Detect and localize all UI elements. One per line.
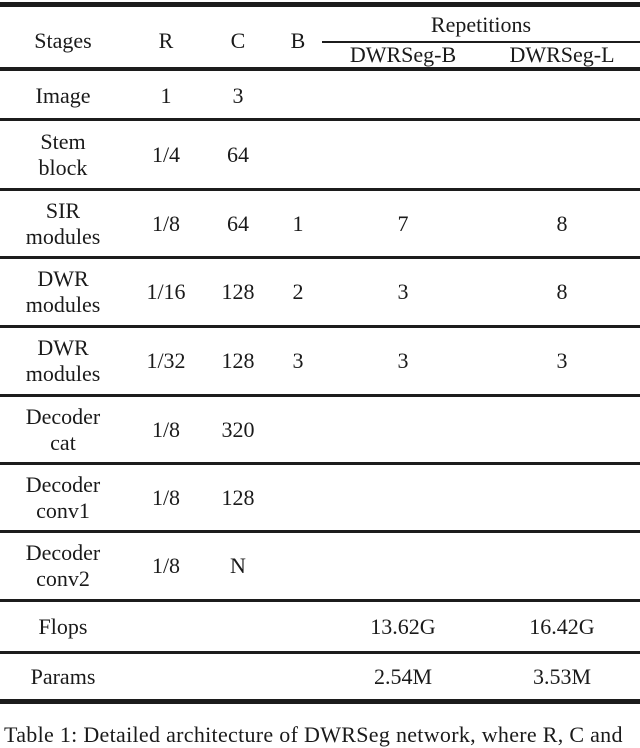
dwrseg-l-repetitions-cell: 8 — [556, 279, 568, 304]
header-b: B — [290, 28, 306, 53]
stage-name-line1: Stem — [40, 128, 86, 154]
dwrseg-b-repetitions-cell: 3 — [397, 348, 409, 373]
stage-name-line2: modules — [25, 223, 101, 249]
stage-name-line2: conv1 — [36, 497, 90, 523]
resolution-cell: 1/8 — [151, 484, 181, 510]
channels-cell: N — [230, 553, 246, 578]
header-c: C — [230, 28, 246, 53]
stage-name-line1: Decoder — [25, 540, 101, 565]
row-rule — [0, 118, 640, 121]
channels-cell: 64 — [227, 141, 249, 167]
header-repetitions: Repetitions — [430, 12, 532, 37]
bottom-rule — [0, 699, 640, 704]
top-rule — [0, 2, 640, 7]
channels-cell: 128 — [221, 279, 255, 304]
dwrseg-l-repetitions-cell: 3 — [556, 348, 568, 373]
stage-name-line1: DWR — [37, 266, 89, 291]
row-rule — [0, 651, 640, 654]
dwrseg-l-repetitions-cell: 16.42G — [529, 613, 595, 639]
block-cell: 2 — [292, 279, 304, 304]
row-rule — [0, 188, 640, 191]
dwrseg-l-repetitions-cell: 3.53M — [532, 663, 592, 689]
resolution-cell: 1/4 — [151, 141, 181, 167]
dwrseg-b-repetitions-cell: 13.62G — [370, 613, 436, 639]
table-caption: Table 1: Detailed architecture of DWRSeg… — [4, 722, 623, 747]
resolution-cell: 1/8 — [151, 553, 181, 578]
header-stages: Stages — [34, 28, 92, 53]
stage-name-line1: Decoder — [25, 403, 101, 429]
channels-cell: 128 — [221, 348, 255, 373]
row-rule — [0, 394, 640, 397]
stage-name: Flops — [38, 613, 88, 639]
header-r: R — [158, 28, 174, 53]
row-rule — [0, 599, 640, 602]
stage-name: Params — [30, 663, 96, 689]
stage-name-line2: conv2 — [36, 566, 90, 591]
row-rule — [0, 462, 640, 465]
resolution-cell: 1/8 — [151, 210, 181, 236]
channels-cell: 320 — [221, 416, 255, 442]
stage-name-line1: Decoder — [25, 471, 101, 497]
channels-cell: 64 — [227, 210, 249, 236]
block-cell: 3 — [292, 348, 304, 373]
header-rule — [0, 67, 640, 71]
resolution-cell: 1/32 — [146, 348, 186, 373]
stage-name-line2: block — [38, 154, 88, 180]
header-dwrseg-b: DWRSeg-B — [349, 42, 457, 67]
row-rule — [0, 256, 640, 259]
stage-name-line2: modules — [25, 361, 101, 386]
resolution-cell: 1 — [160, 82, 172, 108]
block-cell: 1 — [292, 210, 304, 236]
dwrseg-b-repetitions-cell: 3 — [397, 279, 409, 304]
row-rule — [0, 530, 640, 533]
dwrseg-l-repetitions-cell: 8 — [556, 210, 568, 236]
stage-name-line1: DWR — [37, 335, 89, 360]
stage-name: Image — [35, 82, 91, 108]
dwrseg-b-repetitions-cell: 2.54M — [373, 663, 433, 689]
stage-name-line2: modules — [25, 292, 101, 317]
header-dwrseg-l: DWRSeg-L — [509, 42, 615, 67]
channels-cell: 3 — [232, 82, 244, 108]
dwrseg-b-repetitions-cell: 7 — [397, 210, 409, 236]
stage-name-line2: cat — [50, 429, 76, 455]
resolution-cell: 1/16 — [146, 279, 186, 304]
channels-cell: 128 — [221, 484, 255, 510]
resolution-cell: 1/8 — [151, 416, 181, 442]
row-rule — [0, 325, 640, 328]
stage-name-line1: SIR — [45, 197, 81, 223]
